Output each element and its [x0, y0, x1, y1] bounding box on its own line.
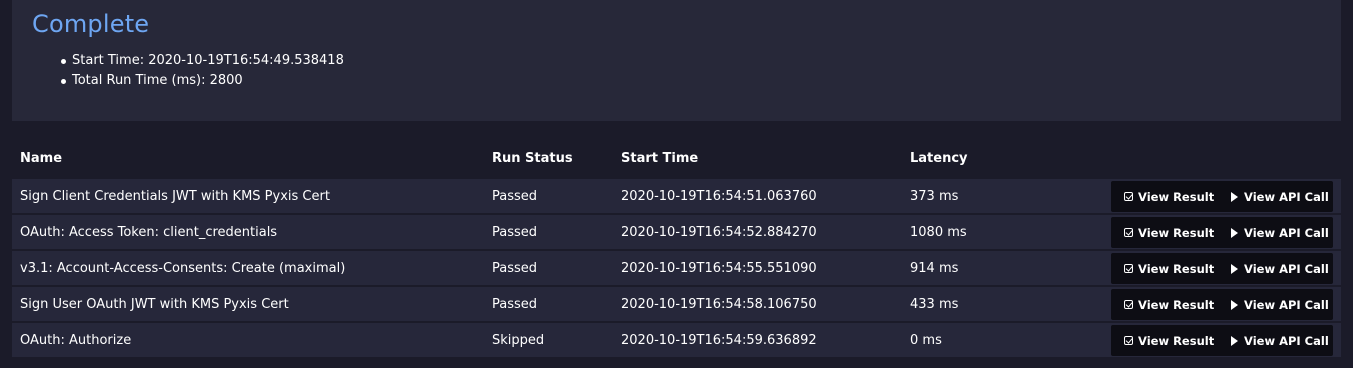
view-api-call-label: View API Call — [1244, 297, 1329, 312]
play-icon — [1231, 227, 1238, 238]
view-api-call-button[interactable]: View API Call — [1219, 217, 1329, 248]
view-api-call-label: View API Call — [1244, 225, 1329, 240]
play-icon — [1231, 263, 1238, 274]
row-latency: 433 ms — [910, 297, 959, 312]
row-actions: View Result View API Call — [1111, 217, 1333, 248]
row-start-time: 2020-10-19T16:54:59.636892 — [621, 333, 817, 348]
row-latency: 914 ms — [910, 261, 959, 276]
summary-list: Start Time: 2020-10-19T16:54:49.538418 T… — [61, 51, 344, 91]
table-header: Name Run Status Start Time Latency — [12, 145, 1341, 173]
header-name: Name — [20, 151, 63, 166]
play-icon — [1231, 191, 1238, 202]
view-result-button[interactable]: View Result — [1111, 289, 1219, 320]
check-square-icon — [1124, 336, 1133, 345]
view-api-call-button[interactable]: View API Call — [1219, 325, 1329, 356]
table-row: v3.1: Account-Access-Consents: Create (m… — [12, 251, 1341, 285]
view-api-call-button[interactable]: View API Call — [1219, 253, 1329, 284]
row-actions: View Result View API Call — [1111, 325, 1333, 356]
header-run-status: Run Status — [492, 151, 573, 166]
play-icon — [1231, 335, 1238, 346]
row-start-time: 2020-10-19T16:54:52.884270 — [621, 225, 817, 240]
view-api-call-label: View API Call — [1244, 333, 1329, 348]
row-name: Sign Client Credentials JWT with KMS Pyx… — [20, 189, 330, 204]
row-name: OAuth: Access Token: client_credentials — [20, 225, 278, 240]
row-name: Sign User OAuth JWT with KMS Pyxis Cert — [20, 297, 289, 312]
view-result-label: View Result — [1138, 333, 1215, 348]
table-row: Sign Client Credentials JWT with KMS Pyx… — [12, 179, 1341, 213]
check-square-icon — [1124, 192, 1133, 201]
row-name: v3.1: Account-Access-Consents: Create (m… — [20, 261, 346, 276]
row-status: Passed — [492, 189, 538, 204]
row-name: OAuth: Authorize — [20, 333, 132, 348]
check-square-icon — [1124, 300, 1133, 309]
row-start-time: 2020-10-19T16:54:55.551090 — [621, 261, 817, 276]
check-square-icon — [1124, 264, 1133, 273]
view-api-call-label: View API Call — [1244, 189, 1329, 204]
row-actions: View Result View API Call — [1111, 289, 1333, 320]
view-result-button[interactable]: View Result — [1111, 217, 1219, 248]
row-latency: 1080 ms — [910, 225, 967, 240]
row-actions: View Result View API Call — [1111, 253, 1333, 284]
table-row: Sign User OAuth JWT with KMS Pyxis Cert … — [12, 287, 1341, 321]
header-start-time: Start Time — [621, 151, 699, 166]
header-latency: Latency — [910, 151, 968, 166]
view-result-button[interactable]: View Result — [1111, 325, 1219, 356]
start-time-item: Start Time: 2020-10-19T16:54:49.538418 — [61, 51, 344, 71]
table-row: OAuth: Access Token: client_credentials … — [12, 215, 1341, 249]
play-icon — [1231, 299, 1238, 310]
row-status: Passed — [492, 261, 538, 276]
row-start-time: 2020-10-19T16:54:51.063760 — [621, 189, 817, 204]
row-latency: 0 ms — [910, 333, 942, 348]
row-status: Passed — [492, 225, 538, 240]
view-result-label: View Result — [1138, 225, 1215, 240]
summary-panel: Complete Start Time: 2020-10-19T16:54:49… — [12, 0, 1341, 121]
status-title: Complete — [32, 10, 150, 38]
row-status: Passed — [492, 297, 538, 312]
row-latency: 373 ms — [910, 189, 959, 204]
view-api-call-button[interactable]: View API Call — [1219, 181, 1329, 212]
view-result-label: View Result — [1138, 297, 1215, 312]
row-status: Skipped — [492, 333, 545, 348]
row-actions: View Result View API Call — [1111, 181, 1333, 212]
view-result-button[interactable]: View Result — [1111, 181, 1219, 212]
total-run-time-item: Total Run Time (ms): 2800 — [61, 71, 344, 91]
check-square-icon — [1124, 228, 1133, 237]
table-row: OAuth: Authorize Skipped 2020-10-19T16:5… — [12, 323, 1341, 357]
view-result-label: View Result — [1138, 261, 1215, 276]
view-api-call-button[interactable]: View API Call — [1219, 289, 1329, 320]
view-result-button[interactable]: View Result — [1111, 253, 1219, 284]
view-api-call-label: View API Call — [1244, 261, 1329, 276]
row-start-time: 2020-10-19T16:54:58.106750 — [621, 297, 817, 312]
view-result-label: View Result — [1138, 189, 1215, 204]
